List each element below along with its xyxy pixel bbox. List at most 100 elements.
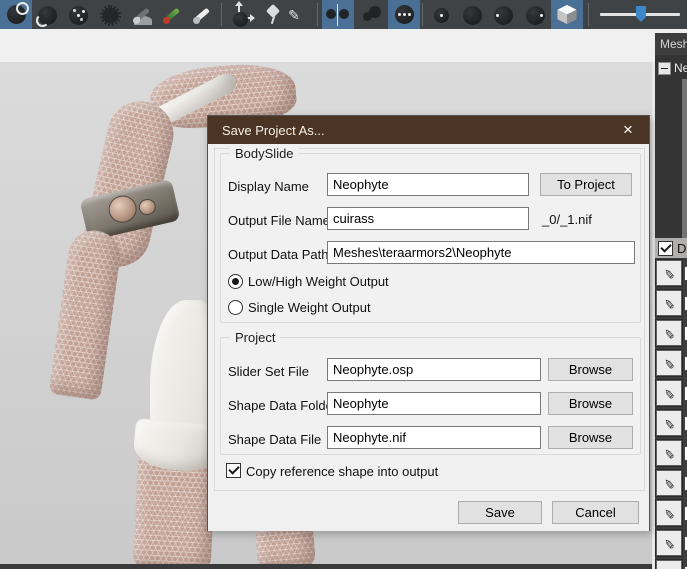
dialog-body: BodySlide Display Name To Project Output… [208, 144, 649, 531]
edit-pencil-tool-button[interactable]: ✎ [284, 3, 304, 27]
merge-vertices-icon [395, 5, 414, 24]
slider-row: ✎ [655, 468, 687, 498]
tree-scrollbar[interactable] [682, 79, 687, 258]
inflate-brush-button[interactable] [0, 0, 32, 29]
deflate-brush-button[interactable] [34, 3, 60, 27]
brush-falloff-left-button[interactable] [490, 3, 516, 27]
shape-data-folder-input[interactable] [327, 392, 541, 415]
dialog-titlebar: Save Project As... × [208, 116, 649, 144]
close-icon[interactable]: × [611, 116, 645, 144]
tree-collapse-icon[interactable] [658, 62, 671, 75]
connected-only-icon [361, 4, 385, 26]
slider-edit-button[interactable]: ✎ [656, 500, 682, 526]
display-name-input[interactable] [327, 173, 529, 196]
copy-reference-checkbox[interactable] [226, 463, 241, 478]
x-mirror-icon [326, 4, 350, 26]
armband-rivet-large [106, 193, 139, 226]
falloff-right-icon [526, 6, 545, 25]
panel-checkbox-row: D [655, 238, 687, 258]
slider-row: ✎ [655, 498, 687, 528]
pencil-icon: ✎ [663, 416, 675, 430]
outfit-studio-window: ✎ [0, 0, 687, 569]
weight-brush-icon [162, 4, 184, 26]
smooth-brush-icon [100, 5, 121, 26]
output-data-path-input[interactable] [327, 241, 635, 264]
mesh-tree-item[interactable]: Neophyte [658, 61, 687, 75]
color-brush-button[interactable] [190, 3, 216, 27]
slider-edit-button[interactable]: ✎ [656, 380, 682, 406]
slider-set-file-input[interactable] [327, 358, 541, 381]
falloff-center-icon [434, 8, 449, 23]
save-button[interactable]: Save [458, 501, 542, 524]
transform-tool-button[interactable] [230, 3, 256, 27]
armband-rivet-small [137, 197, 157, 216]
slider-row: ✎ [655, 348, 687, 378]
toolbar-separator [221, 3, 222, 26]
copy-reference-label[interactable]: Copy reference shape into output [246, 464, 438, 479]
slider-row: ✎ [655, 438, 687, 468]
slider-edit-button[interactable]: ✎ [656, 530, 682, 556]
bodyslide-group-label: BodySlide [230, 146, 299, 161]
slider-edit-button[interactable]: ✎ [656, 470, 682, 496]
toolbar-separator [588, 3, 589, 26]
merge-vertices-button[interactable] [388, 0, 420, 29]
pencil-icon: ✎ [663, 326, 675, 340]
mask-brush-icon [132, 4, 154, 26]
wireframe-toggle-button[interactable] [551, 0, 583, 29]
cube-icon [557, 5, 577, 25]
slider-edit-button[interactable]: ✎ [656, 260, 682, 286]
fov-slider[interactable] [598, 0, 684, 29]
mesh-forearm [49, 227, 124, 401]
pin-tool-icon [263, 4, 283, 26]
pencil-icon: ✎ [663, 386, 675, 400]
shape-data-file-input[interactable] [327, 426, 541, 449]
low-high-weight-label[interactable]: Low/High Weight Output [248, 274, 389, 289]
weight-brush-button[interactable] [160, 3, 186, 27]
pencil-icon: ✎ [288, 8, 300, 22]
slider-edit-button[interactable]: ✎ [656, 320, 682, 346]
single-weight-radio[interactable] [228, 300, 243, 315]
slider-row: ✎ [655, 558, 687, 569]
x-mirror-button[interactable] [322, 0, 354, 29]
brush-falloff-full-button[interactable] [459, 3, 485, 27]
cancel-button[interactable]: Cancel [552, 501, 639, 524]
pencil-icon: ✎ [663, 296, 675, 310]
transform-tool-icon [232, 4, 254, 26]
slider-edit-button[interactable]: ✎ [656, 410, 682, 436]
move-brush-button[interactable] [65, 3, 91, 27]
shape-data-file-label: Shape Data File [228, 432, 321, 447]
slider-set-file-label: Slider Set File [228, 364, 309, 379]
slider-edit-button[interactable]: ✎ [656, 350, 682, 376]
slider-row: ✎ [655, 318, 687, 348]
pencil-icon: ✎ [663, 536, 675, 550]
slider-edit-button[interactable]: ✎ [656, 560, 682, 569]
connected-only-button[interactable] [360, 3, 386, 27]
shape-data-folder-browse-button[interactable]: Browse [548, 392, 633, 415]
output-file-name-input[interactable] [327, 207, 529, 230]
low-high-weight-radio[interactable] [228, 274, 243, 289]
pencil-icon: ✎ [663, 266, 675, 280]
smooth-brush-button[interactable] [97, 3, 123, 27]
save-project-dialog: Save Project As... × BodySlide Display N… [207, 115, 650, 531]
slider-row: ✎ [655, 528, 687, 558]
mask-brush-button[interactable] [130, 3, 156, 27]
brush-falloff-right-button[interactable] [522, 3, 548, 27]
toolbar-separator [422, 3, 423, 26]
panel-checkbox[interactable] [658, 241, 673, 256]
meshes-tree: Neophyte [655, 55, 687, 238]
meshes-panel: Meshes Neophyte D ✎ ✎ ✎ ✎ [655, 33, 687, 569]
to-project-button[interactable]: To Project [540, 173, 632, 196]
slider-set-browse-button[interactable]: Browse [548, 358, 633, 381]
slider-edit-button[interactable]: ✎ [656, 290, 682, 316]
fov-slider-thumb[interactable] [636, 6, 646, 22]
mesh-tree-item-label: Neophyte [674, 61, 687, 75]
shape-data-file-browse-button[interactable]: Browse [548, 426, 633, 449]
brush-falloff-center-button[interactable] [428, 3, 454, 27]
output-file-name-label: Output File Name [228, 213, 330, 228]
pencil-icon: ✎ [663, 446, 675, 460]
pin-tool-button[interactable] [260, 3, 286, 27]
falloff-full-icon [463, 6, 482, 25]
single-weight-label[interactable]: Single Weight Output [248, 300, 371, 315]
slider-edit-button[interactable]: ✎ [656, 440, 682, 466]
slider-row: ✎ [655, 408, 687, 438]
